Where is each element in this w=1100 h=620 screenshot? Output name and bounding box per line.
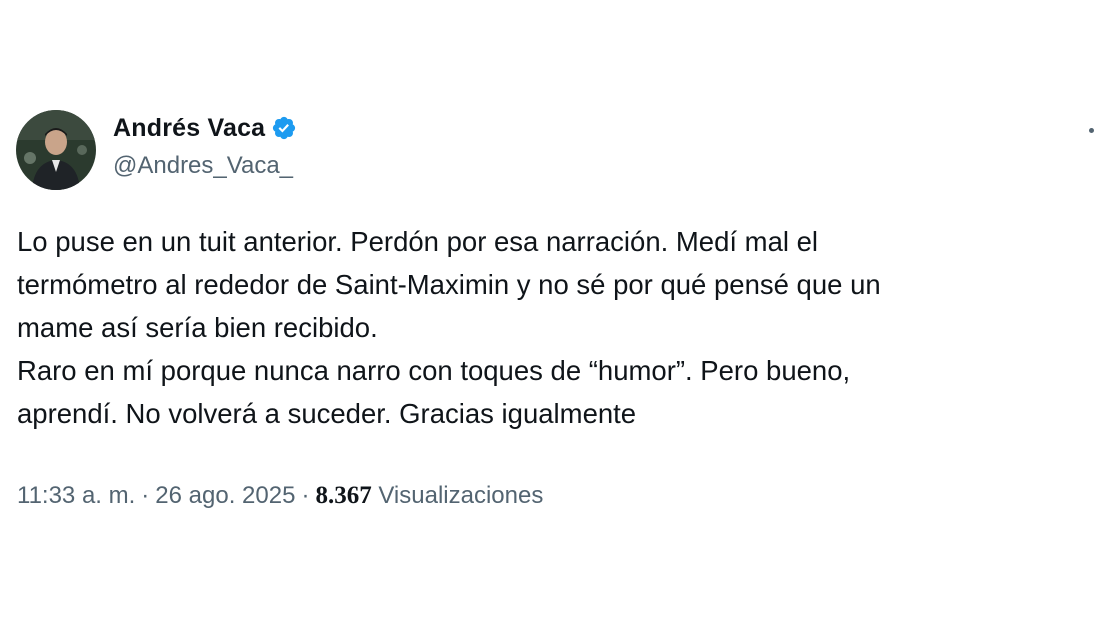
display-name[interactable]: Andrés Vaca (113, 114, 265, 143)
views-label[interactable]: Visualizaciones (378, 482, 543, 509)
tweet-text: Lo puse en un tuit anterior. Perdón por … (17, 220, 1095, 435)
more-options-icon[interactable] (1084, 120, 1100, 140)
views-count: 8.367 (315, 482, 372, 509)
tweet-line: termómetro al rededor de Saint-Maximin y… (17, 269, 881, 300)
tweet-line: Raro en mí porque nunca narro con toques… (17, 355, 851, 386)
separator: · (141, 482, 150, 509)
tweet-date[interactable]: 26 ago. 2025 (155, 482, 295, 509)
more-dot (1089, 128, 1094, 133)
avatar-photo-icon (16, 110, 96, 190)
user-handle[interactable]: @Andres_Vaca_ (113, 152, 297, 180)
tweet-line: aprendí. No volverá a suceder. Gracias i… (17, 398, 637, 429)
separator: · (301, 482, 310, 509)
tweet-metadata: 11:33 a. m. · 26 ago. 2025 · 8.367 Visualiza… (17, 482, 543, 510)
author-block: Andrés Vaca @Andres_Vaca_ (113, 110, 297, 180)
avatar[interactable] (16, 110, 96, 190)
tweet-line: Lo puse en un tuit anterior. Perdón por … (17, 226, 819, 257)
tweet-card: Andrés Vaca @Andres_Vaca_ Lo puse en un … (0, 0, 1100, 620)
name-row: Andrés Vaca (113, 110, 297, 146)
tweet-line: mame así sería bien recibido. (17, 312, 378, 343)
tweet-time[interactable]: 11:33 a. m. (17, 482, 135, 509)
verified-badge-icon[interactable] (271, 115, 297, 141)
